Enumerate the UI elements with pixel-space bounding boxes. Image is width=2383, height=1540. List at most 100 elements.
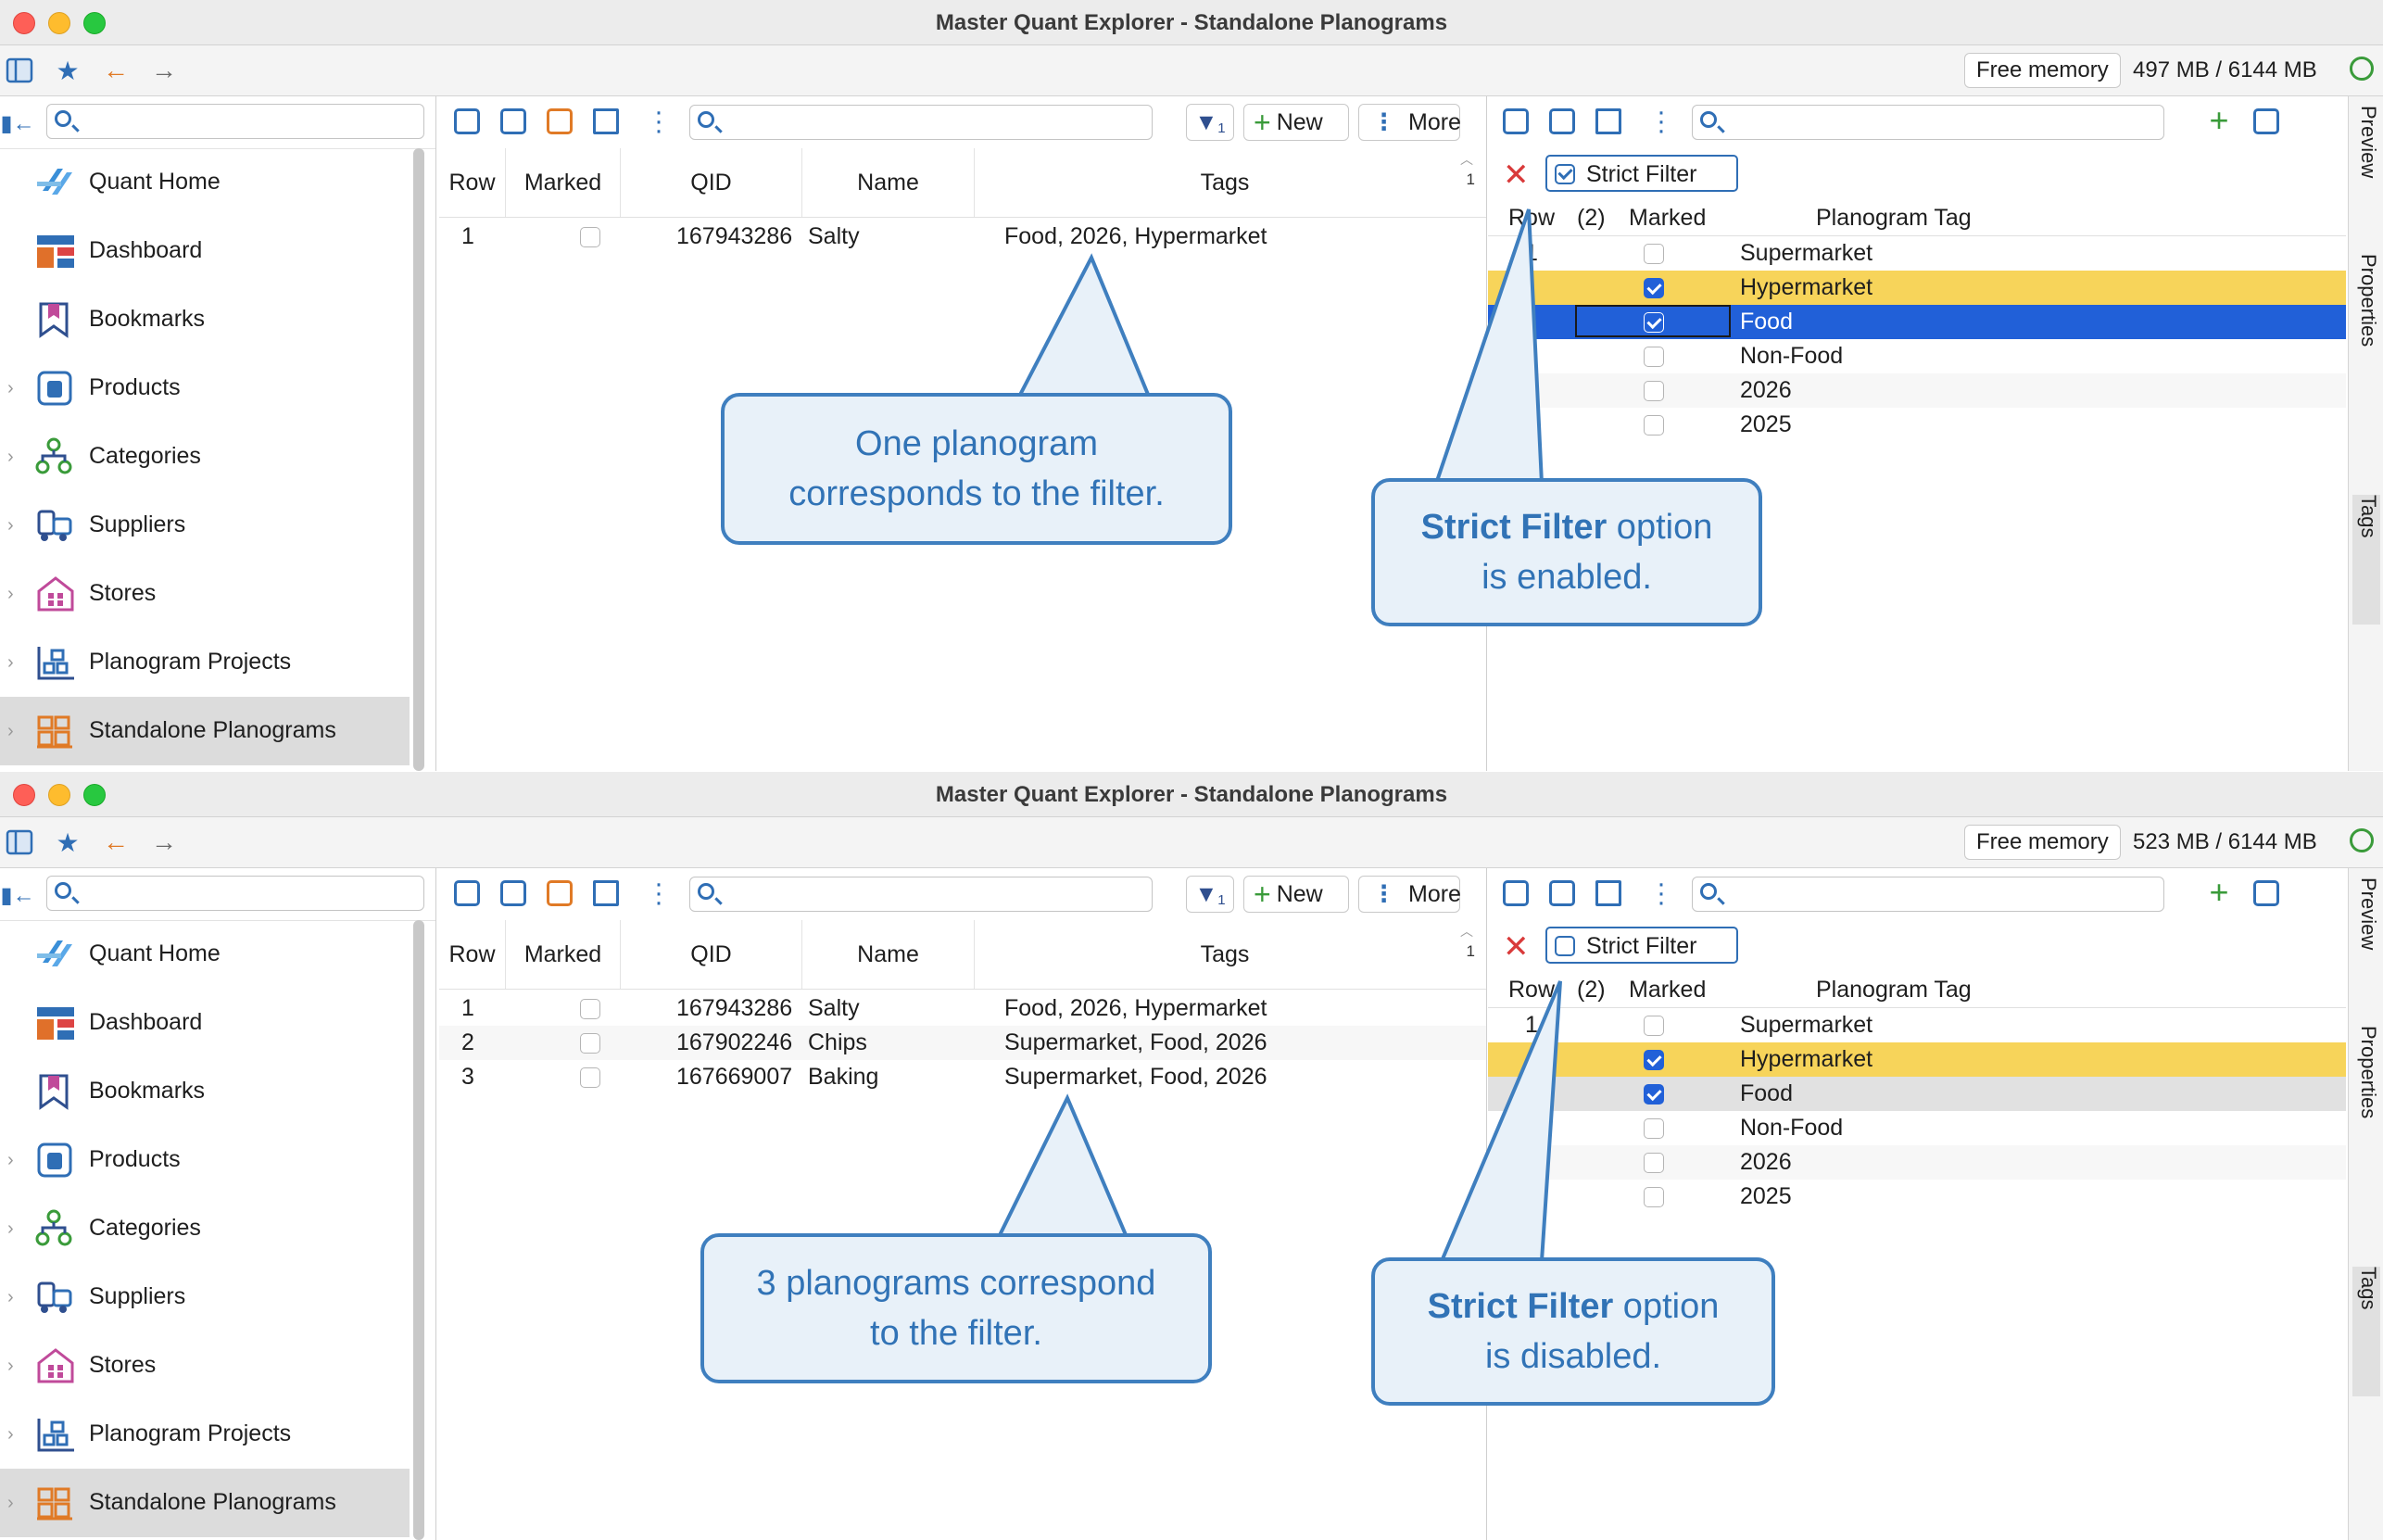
table-settings-icon[interactable] (593, 880, 619, 906)
nav-item-stores[interactable]: › Stores (0, 560, 410, 628)
table-row[interactable]: 2 167902246 Chips Supermarket, Food, 202… (439, 1026, 1486, 1060)
expand-chevron-icon[interactable]: › (7, 1424, 14, 1445)
tag-row[interactable]: 2025 (1488, 408, 2346, 442)
nav-item-quant-home[interactable]: Quant Home (0, 148, 410, 217)
tag-row[interactable]: 2026 (1488, 373, 2346, 408)
nav-search-input[interactable] (46, 104, 424, 139)
col-header-planogram-tag[interactable]: Planogram Tag (1816, 972, 1972, 1007)
clear-filter-icon[interactable]: ✕ (1503, 931, 1530, 963)
nav-search-input[interactable] (46, 876, 424, 911)
nav-scrollbar[interactable] (413, 920, 424, 1540)
expand-chevron-icon[interactable]: › (7, 721, 14, 742)
tab-tags[interactable]: Tags (2352, 1267, 2380, 1396)
more-options-icon[interactable]: · · · (654, 870, 663, 916)
filter-button[interactable]: ▼ 1 (1186, 876, 1234, 913)
tab-tags[interactable]: Tags (2352, 495, 2380, 625)
marked-checkbox[interactable] (1644, 381, 1664, 401)
strict-filter-checkbox[interactable]: Strict Filter (1545, 927, 1738, 964)
col-header-marked[interactable]: Marked (506, 148, 621, 217)
table-settings-icon[interactable] (1595, 108, 1621, 134)
new-button[interactable]: + New (1243, 104, 1349, 141)
table-row[interactable]: 1 167943286 Salty Food, 2026, Hypermarke… (439, 991, 1486, 1026)
nav-scrollbar[interactable] (413, 148, 424, 771)
col-header-tags[interactable]: Tags (975, 920, 1475, 989)
expand-chevron-icon[interactable]: › (7, 584, 14, 605)
tab-properties[interactable]: Properties (2352, 1026, 2380, 1257)
col-header-row[interactable]: Row (439, 148, 506, 217)
nav-item-products[interactable]: › Products (0, 354, 410, 423)
select-all-icon[interactable] (454, 108, 480, 134)
expand-chevron-icon[interactable]: › (7, 652, 14, 674)
nav-item-categories[interactable]: › Categories (0, 1194, 410, 1263)
strict-filter-check[interactable] (1555, 164, 1575, 184)
tag-row[interactable]: Hypermarket (1488, 271, 2346, 305)
tab-preview[interactable]: Preview (2352, 877, 2380, 1016)
list-search-input[interactable] (689, 877, 1153, 912)
more-options-icon[interactable]: · · · (654, 98, 663, 145)
edit-tag-icon[interactable] (2253, 880, 2279, 906)
strict-filter-checkbox[interactable]: Strict Filter (1545, 155, 1738, 192)
col-header-name[interactable]: Name (802, 920, 975, 989)
marked-checkbox[interactable] (1644, 1084, 1664, 1105)
marked-checkbox[interactable] (1644, 312, 1664, 333)
col-header-marked[interactable]: Marked (1629, 200, 1706, 235)
marked-checkbox[interactable] (1644, 1187, 1664, 1207)
marked-checkbox[interactable] (1644, 415, 1664, 435)
table-row[interactable]: 3 167669007 Baking Supermarket, Food, 20… (439, 1060, 1486, 1094)
edit-tag-icon[interactable] (2253, 108, 2279, 134)
marked-checkbox[interactable] (1644, 278, 1664, 298)
expand-chevron-icon[interactable]: › (7, 1150, 14, 1171)
marked-checkbox[interactable] (580, 1067, 600, 1088)
nav-item-planogram-projects[interactable]: › Planogram Projects (0, 1400, 410, 1469)
tab-properties[interactable]: Properties (2352, 254, 2380, 486)
nav-item-stores[interactable]: › Stores (0, 1332, 410, 1400)
copy-icon[interactable] (500, 880, 526, 906)
nav-collapse-icon[interactable]: ▮← (0, 879, 34, 911)
marked-checkbox[interactable] (1644, 1016, 1664, 1036)
toggle-sidebar-icon[interactable] (4, 55, 35, 86)
col-header-planogram-tag[interactable]: Planogram Tag (1816, 200, 1972, 235)
tag-row[interactable]: Non-Food (1488, 339, 2346, 373)
col-header-marked[interactable]: Marked (506, 920, 621, 989)
more-button[interactable]: ⋮ More (1358, 104, 1461, 141)
marked-checkbox[interactable] (1644, 244, 1664, 264)
more-options-icon[interactable]: · · · (1657, 870, 1666, 916)
expand-chevron-icon[interactable]: › (7, 1356, 14, 1377)
nav-item-standalone-planograms[interactable]: › Standalone Planograms (0, 1469, 410, 1537)
add-tag-icon[interactable]: + (2203, 101, 2235, 139)
back-arrow-icon[interactable]: ← (100, 827, 132, 858)
help-icon[interactable] (547, 880, 573, 906)
tag-row-selected[interactable]: Food (1488, 1077, 2346, 1111)
col-header-row[interactable]: Row (1508, 972, 1555, 1007)
expand-chevron-icon[interactable]: › (7, 447, 14, 468)
expand-chevron-icon[interactable]: › (7, 378, 14, 399)
favorites-star-icon[interactable]: ★ (52, 55, 83, 86)
tag-row[interactable]: 1 Supermarket (1488, 1008, 2346, 1042)
marked-checkbox[interactable] (1644, 1153, 1664, 1173)
nav-item-planogram-projects[interactable]: › Planogram Projects (0, 628, 410, 697)
table-settings-icon[interactable] (593, 108, 619, 134)
col-header-name[interactable]: Name (802, 148, 975, 217)
marked-checkbox[interactable] (1644, 1050, 1664, 1070)
tag-row[interactable]: 2025 (1488, 1180, 2346, 1214)
add-tag-icon[interactable]: + (2203, 873, 2235, 911)
col-header-marked[interactable]: Marked (1629, 972, 1706, 1007)
marked-checkbox[interactable] (1644, 347, 1664, 367)
expand-chevron-icon[interactable]: › (7, 1218, 14, 1240)
nav-item-suppliers[interactable]: › Suppliers (0, 491, 410, 560)
tag-row-selected[interactable]: Food (1488, 305, 2346, 339)
table-settings-icon[interactable] (1595, 880, 1621, 906)
nav-collapse-icon[interactable]: ▮← (0, 107, 34, 139)
tag-row[interactable]: Hypermarket (1488, 1042, 2346, 1077)
tag-row[interactable]: Non-Food (1488, 1111, 2346, 1145)
back-arrow-icon[interactable]: ← (100, 55, 132, 86)
nav-item-bookmarks[interactable]: Bookmarks (0, 285, 410, 354)
marked-checkbox[interactable] (1644, 1118, 1664, 1139)
tags-search-input[interactable] (1692, 877, 2164, 912)
strict-filter-check[interactable] (1555, 936, 1575, 956)
select-all-icon[interactable] (1503, 880, 1529, 906)
nav-item-products[interactable]: › Products (0, 1126, 410, 1194)
favorites-star-icon[interactable]: ★ (52, 827, 83, 858)
copy-icon[interactable] (1549, 108, 1575, 134)
tab-preview[interactable]: Preview (2352, 106, 2380, 245)
